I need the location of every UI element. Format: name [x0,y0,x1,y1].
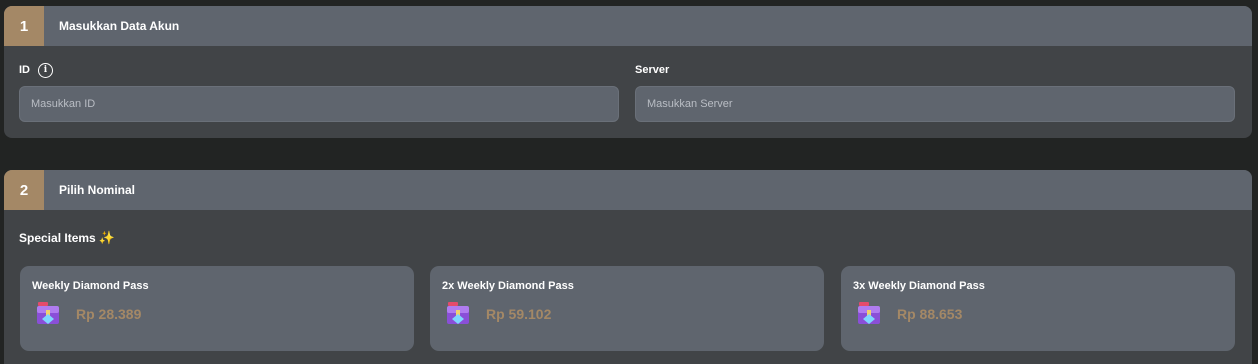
server-label-row: Server [635,62,669,78]
special-items-heading: Special Items ✨ [19,230,115,246]
special-items-label: Special Items [19,231,96,245]
id-label: ID [19,64,30,76]
product-card[interactable]: 3x Weekly Diamond Pass Rp 88.653 [841,266,1235,351]
id-field-group: ID i [19,62,619,122]
server-input[interactable] [635,86,1235,122]
product-price: Rp 28.389 [76,306,142,322]
product-price: Rp 88.653 [897,306,963,322]
diamond-chest-icon [37,302,59,324]
step-number-badge: 2 [4,170,44,210]
product-name: 2x Weekly Diamond Pass [442,280,574,292]
diamond-chest-icon [447,302,469,324]
section-title: Pilih Nominal [59,183,136,197]
product-card[interactable]: Weekly Diamond Pass Rp 28.389 [20,266,414,351]
product-name: 3x Weekly Diamond Pass [853,280,985,292]
account-data-section: 1 Masukkan Data Akun ID i Server [4,6,1252,138]
server-label: Server [635,64,670,76]
info-icon[interactable]: i [38,62,53,78]
nominal-section: 2 Pilih Nominal Special Items ✨ Weekly D… [4,170,1252,364]
section-title: Masukkan Data Akun [59,19,180,33]
nominal-header: 2 Pilih Nominal [4,170,1252,210]
product-name: Weekly Diamond Pass [32,280,149,292]
diamond-chest-icon [858,302,880,324]
id-input[interactable] [19,86,619,122]
server-field-group: Server [635,62,1235,122]
account-data-header: 1 Masukkan Data Akun [4,6,1252,46]
sparkle-icon: ✨ [98,230,115,245]
step-number-badge: 1 [4,6,44,46]
id-label-row: ID i [19,62,53,78]
product-price: Rp 59.102 [486,306,552,322]
product-card[interactable]: 2x Weekly Diamond Pass Rp 59.102 [430,266,824,351]
